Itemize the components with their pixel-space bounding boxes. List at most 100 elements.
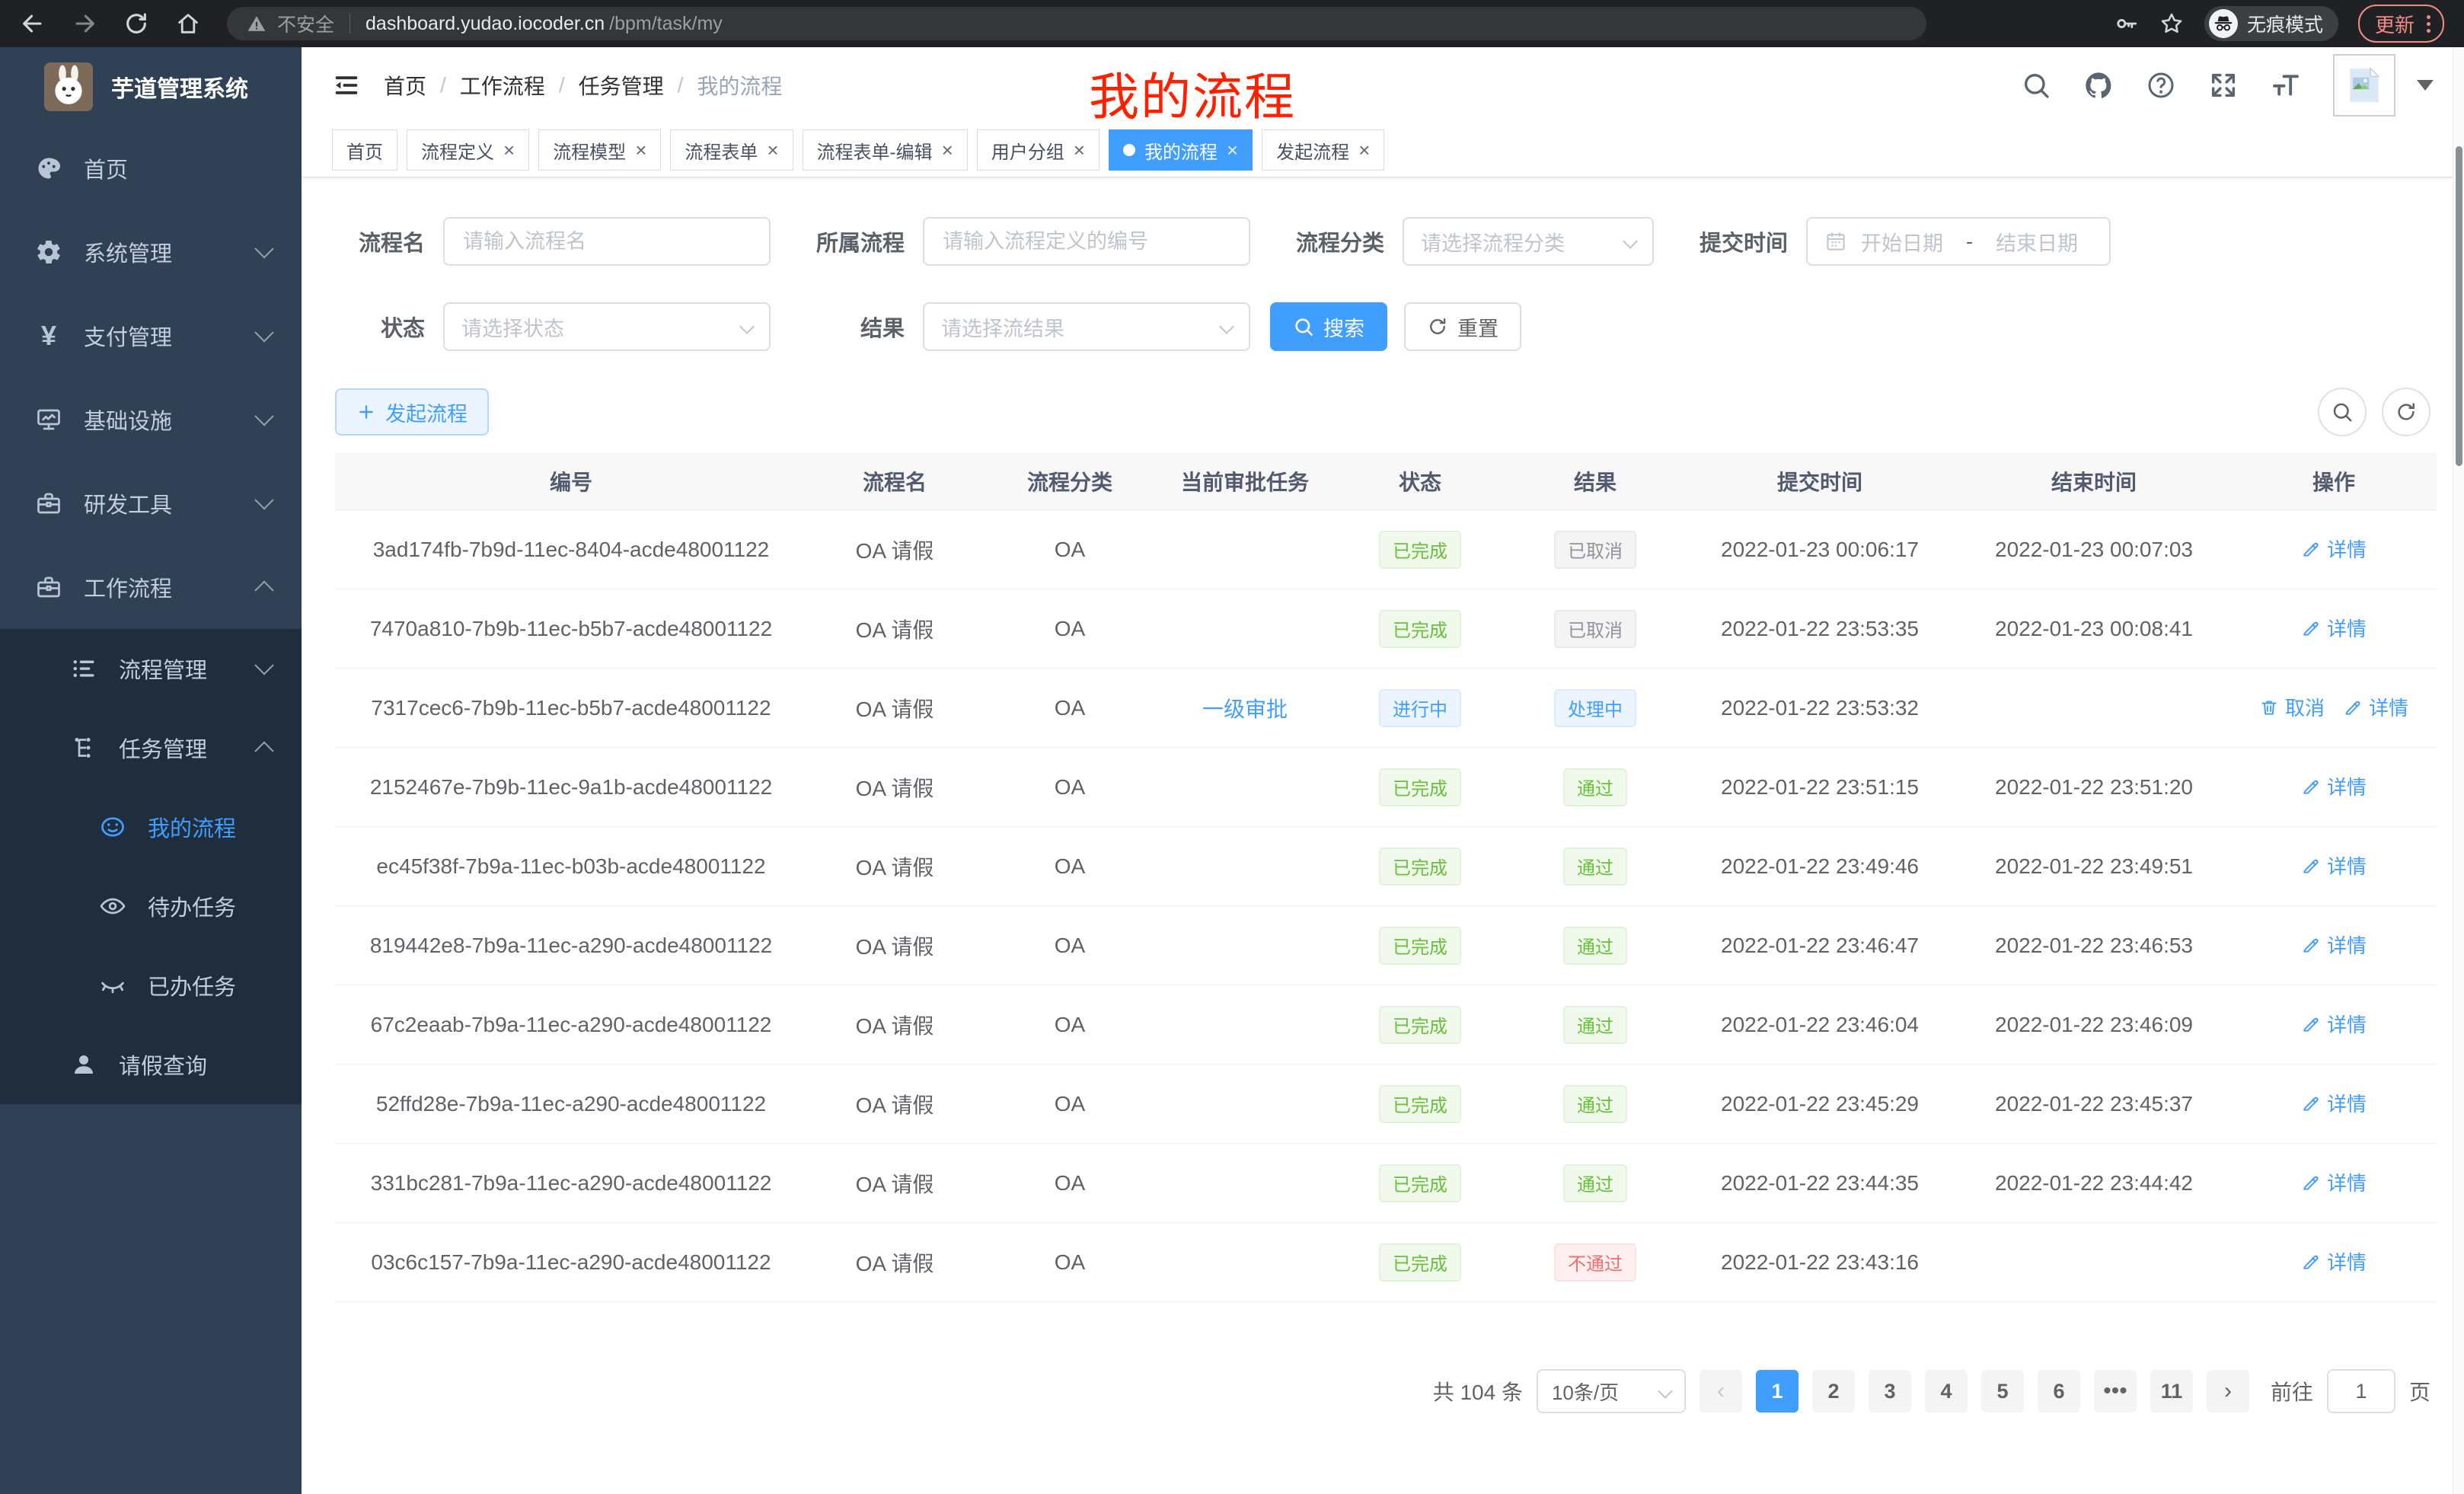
font-size-icon[interactable] — [2271, 70, 2301, 101]
page-button-5[interactable]: 5 — [1981, 1370, 2024, 1413]
cancel-button[interactable]: 取消 — [2259, 693, 2325, 721]
plus-icon — [356, 402, 376, 422]
detail-button[interactable]: 详情 — [2301, 1010, 2367, 1038]
page-button-11[interactable]: 11 — [2150, 1370, 2193, 1413]
fullscreen-icon[interactable] — [2208, 70, 2239, 101]
scrollbar-track[interactable] — [2453, 47, 2464, 1494]
tab-process-form-edit[interactable]: 流程表单-编辑× — [803, 129, 968, 171]
chevron-down-icon — [1219, 319, 1234, 334]
start-date-placeholder[interactable]: 开始日期 — [1861, 227, 1943, 257]
avatar[interactable] — [2333, 54, 2395, 117]
more-pages-button[interactable]: ••• — [2094, 1370, 2137, 1413]
scrollbar-thumb[interactable] — [2456, 146, 2462, 466]
close-icon[interactable]: × — [942, 140, 953, 160]
sidebar-item-infrastructure[interactable]: 基础设施 — [0, 378, 302, 461]
search-icon[interactable] — [2021, 70, 2051, 101]
sidebar-item-done-tasks[interactable]: 已办任务 — [0, 946, 302, 1025]
edit-icon — [2301, 1252, 2321, 1272]
cell-process-name: OA 请假 — [807, 985, 982, 1065]
detail-button[interactable]: 详情 — [2301, 535, 2367, 563]
sidebar-item-payment-management[interactable]: ¥支付管理 — [0, 294, 302, 378]
page-button-6[interactable]: 6 — [2038, 1370, 2080, 1413]
next-page-button[interactable]: › — [2207, 1370, 2249, 1413]
page-size-select[interactable]: 10条/页 — [1537, 1369, 1686, 1413]
page-button-1[interactable]: 1 — [1756, 1370, 1799, 1413]
submit-time-label: 提交时间 — [1674, 225, 1788, 257]
sidebar-item-home[interactable]: 首页 — [0, 126, 302, 210]
result-select[interactable]: 请选择流结果 — [923, 302, 1250, 351]
cell-process-name: OA 请假 — [807, 1065, 982, 1144]
page-button-2[interactable]: 2 — [1812, 1370, 1855, 1413]
table-search-button[interactable] — [2318, 388, 2367, 436]
sidebar-item-dev-tools[interactable]: 研发工具 — [0, 461, 302, 545]
page-button-4[interactable]: 4 — [1925, 1370, 1968, 1413]
table-refresh-button[interactable] — [2382, 388, 2430, 436]
result-label: 结果 — [790, 311, 905, 343]
submit-time-range[interactable]: 开始日期 - 结束日期 — [1806, 217, 2111, 266]
password-key-icon[interactable] — [2113, 11, 2139, 37]
tab-process-form[interactable]: 流程表单× — [670, 129, 793, 171]
process-definition-input[interactable] — [941, 229, 1232, 254]
home-icon[interactable] — [175, 11, 201, 37]
close-icon[interactable]: × — [503, 140, 515, 160]
tab-my-process[interactable]: 我的流程× — [1109, 129, 1253, 171]
start-process-button[interactable]: 发起流程 — [335, 388, 489, 436]
reload-icon[interactable] — [123, 11, 149, 37]
detail-button[interactable]: 详情 — [2301, 1089, 2367, 1117]
sidebar-logo-row[interactable]: 芋道管理系统 — [0, 47, 302, 126]
detail-button[interactable]: 详情 — [2301, 851, 2367, 879]
tab-user-group[interactable]: 用户分组× — [977, 129, 1100, 171]
close-icon[interactable]: × — [1074, 140, 1085, 160]
process-table: 编号流程名流程分类当前审批任务状态结果提交时间结束时间操作 3ad174fb-7… — [335, 453, 2437, 1302]
bookmark-star-icon[interactable] — [2159, 11, 2185, 37]
help-icon[interactable] — [2146, 70, 2176, 101]
detail-button[interactable]: 详情 — [2301, 772, 2367, 800]
search-button[interactable]: 搜索 — [1270, 302, 1387, 351]
breadcrumb-item[interactable]: 工作流程 — [460, 70, 545, 101]
process-category-select[interactable]: 请选择流程分类 — [1403, 217, 1654, 266]
sidebar-item-workflow[interactable]: 工作流程 — [0, 545, 302, 629]
update-button[interactable]: 更新 — [2358, 5, 2444, 43]
prev-page-button[interactable]: ‹ — [1700, 1370, 1742, 1413]
tab-home[interactable]: 首页 — [332, 129, 397, 171]
reset-button[interactable]: 重置 — [1404, 302, 1521, 351]
detail-button[interactable]: 详情 — [2301, 614, 2367, 642]
breadcrumb-item[interactable]: 任务管理 — [579, 70, 664, 101]
sidebar-item-todo-tasks[interactable]: 待办任务 — [0, 867, 302, 946]
sidebar-item-process-management[interactable]: 流程管理 — [0, 629, 302, 708]
current-task-link[interactable]: 一级审批 — [1202, 698, 1288, 721]
tab-process-definition[interactable]: 流程定义× — [407, 129, 529, 171]
close-icon[interactable]: × — [767, 140, 778, 160]
chevron-down-icon[interactable] — [2417, 80, 2434, 91]
more-menu-icon[interactable] — [2427, 15, 2430, 33]
close-icon[interactable]: × — [1358, 140, 1370, 160]
sidebar-item-label: 研发工具 — [84, 487, 172, 519]
detail-button[interactable]: 详情 — [2301, 931, 2367, 959]
back-icon[interactable] — [20, 11, 46, 37]
status-select[interactable]: 请选择状态 — [443, 302, 771, 351]
page-button-3[interactable]: 3 — [1869, 1370, 1911, 1413]
detail-button[interactable]: 详情 — [2301, 1168, 2367, 1196]
sidebar-item-task-management[interactable]: 任务管理 — [0, 708, 302, 787]
address-bar[interactable]: 不安全 dashboard.yudao.iocoder.cn/bpm/task/… — [227, 7, 1926, 40]
sidebar-item-system-management[interactable]: 系统管理 — [0, 210, 302, 294]
chevron-down-icon — [739, 319, 755, 334]
forward-icon[interactable] — [72, 11, 97, 37]
action-label: 详情 — [2327, 614, 2367, 642]
eye-closed-icon — [97, 972, 128, 999]
hamburger-icon[interactable] — [332, 71, 361, 100]
sidebar-item-my-process[interactable]: 我的流程 — [0, 787, 302, 867]
breadcrumb-item[interactable]: 首页 — [384, 70, 426, 101]
tab-start-process[interactable]: 发起流程× — [1262, 129, 1384, 171]
security-label[interactable]: 不安全 — [277, 10, 334, 37]
process-name-input[interactable] — [461, 229, 752, 254]
detail-button[interactable]: 详情 — [2343, 693, 2408, 721]
tab-process-model[interactable]: 流程模型× — [538, 129, 661, 171]
goto-page-input[interactable] — [2327, 1369, 2395, 1413]
close-icon[interactable]: × — [635, 140, 646, 160]
github-icon[interactable] — [2083, 70, 2114, 101]
sidebar-item-leave-query[interactable]: 请假查询 — [0, 1025, 302, 1104]
close-icon[interactable]: × — [1227, 140, 1238, 160]
detail-button[interactable]: 详情 — [2301, 1247, 2367, 1275]
end-date-placeholder[interactable]: 结束日期 — [1996, 227, 2078, 257]
